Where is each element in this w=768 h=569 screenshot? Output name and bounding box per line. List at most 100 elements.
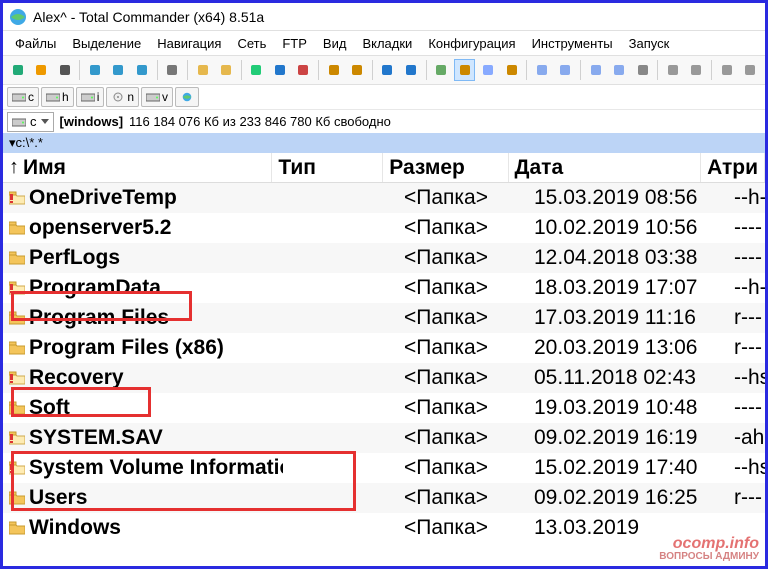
- drive-button-c[interactable]: c: [7, 87, 39, 107]
- star-icon[interactable]: [30, 59, 51, 81]
- table-row[interactable]: Program Files (x86)<Папка>20.03.2019 13:…: [3, 333, 765, 363]
- back-icon[interactable]: [108, 59, 129, 81]
- swap-icon[interactable]: [531, 59, 552, 81]
- folder-icon: [9, 281, 25, 295]
- page1-icon[interactable]: [662, 59, 683, 81]
- view4-icon[interactable]: [501, 59, 522, 81]
- file-size: <Папка>: [398, 513, 528, 543]
- menu-item-7[interactable]: Конфигурация: [420, 34, 523, 53]
- file-type: [283, 273, 398, 303]
- folder-icon: [9, 311, 25, 325]
- toolbar-separator: [526, 60, 527, 80]
- flake-red-icon[interactable]: [293, 59, 314, 81]
- table-row[interactable]: ProgramData<Папка>18.03.2019 17:07--h-: [3, 273, 765, 303]
- zoom-icon[interactable]: [161, 59, 182, 81]
- view3-icon[interactable]: [477, 59, 498, 81]
- file-name: System Volume Information: [29, 456, 283, 480]
- page3-icon[interactable]: [716, 59, 737, 81]
- table-row[interactable]: OneDriveTemp<Папка>15.03.2019 08:56--h-: [3, 183, 765, 213]
- folder-icon: [9, 431, 25, 445]
- drive-button-h[interactable]: h: [41, 87, 74, 107]
- paste-icon[interactable]: [346, 59, 367, 81]
- app-window: Alex^ - Total Commander (x64) 8.51a Файл…: [0, 0, 768, 569]
- path-bar[interactable]: ▾c:\*.*: [3, 133, 765, 153]
- col-header-attr[interactable]: Атри: [701, 153, 765, 182]
- toolbar-separator: [580, 60, 581, 80]
- table-row[interactable]: Soft<Папка>19.03.2019 10:48----: [3, 393, 765, 423]
- toolbar-separator: [187, 60, 188, 80]
- file-name: Windows: [29, 516, 121, 540]
- toolbar-separator: [157, 60, 158, 80]
- dup-icon[interactable]: [585, 59, 606, 81]
- calc-icon[interactable]: [632, 59, 653, 81]
- flake-green-icon[interactable]: [246, 59, 267, 81]
- globe-icon[interactable]: [377, 59, 398, 81]
- table-row[interactable]: SYSTEM.SAV<Папка>09.02.2019 16:19-ah-: [3, 423, 765, 453]
- table-row[interactable]: Program Files<Папка>17.03.2019 11:16r---: [3, 303, 765, 333]
- list-icon[interactable]: [608, 59, 629, 81]
- toolbar-separator: [318, 60, 319, 80]
- gear-icon[interactable]: [54, 59, 75, 81]
- menu-item-3[interactable]: Сеть: [229, 34, 274, 53]
- file-size: <Папка>: [398, 183, 528, 213]
- path-text: ▾c:\*.*: [9, 135, 43, 151]
- ftp-icon[interactable]: [400, 59, 421, 81]
- drive-button-n[interactable]: n: [106, 87, 139, 107]
- menu-item-9[interactable]: Запуск: [621, 34, 678, 53]
- split-icon[interactable]: [555, 59, 576, 81]
- file-attr: -ah-: [728, 423, 765, 453]
- col-header-name[interactable]: ↑ Имя: [3, 153, 272, 182]
- drive-selector[interactable]: c: [7, 112, 54, 132]
- table-row[interactable]: Users<Папка>09.02.2019 16:25r---: [3, 483, 765, 513]
- drive-button-v[interactable]: v: [141, 87, 173, 107]
- col-header-type[interactable]: Тип: [272, 153, 383, 182]
- page4-icon[interactable]: [739, 59, 760, 81]
- col-header-date[interactable]: Дата: [509, 153, 702, 182]
- table-row[interactable]: openserver5.2<Папка>10.02.2019 10:56----: [3, 213, 765, 243]
- file-type: [283, 453, 398, 483]
- file-date: 18.03.2019 17:07: [528, 273, 728, 303]
- file-date: 05.11.2018 02:43: [528, 363, 728, 393]
- file-name: Soft: [29, 396, 70, 420]
- reload-icon[interactable]: [84, 59, 105, 81]
- view1-icon[interactable]: [431, 59, 452, 81]
- file-attr: r---: [728, 333, 765, 363]
- view2-icon[interactable]: [454, 59, 475, 81]
- menu-item-6[interactable]: Вкладки: [354, 34, 420, 53]
- file-type: [283, 213, 398, 243]
- menu-item-2[interactable]: Навигация: [149, 34, 229, 53]
- menu-item-5[interactable]: Вид: [315, 34, 355, 53]
- folder-up-icon[interactable]: [192, 59, 213, 81]
- toolbar-separator: [241, 60, 242, 80]
- folder-icon: [9, 191, 25, 205]
- menu-item-8[interactable]: Инструменты: [524, 34, 621, 53]
- table-row[interactable]: PerfLogs<Папка>12.04.2018 03:38----: [3, 243, 765, 273]
- file-attr: ----: [728, 393, 765, 423]
- page2-icon[interactable]: [686, 59, 707, 81]
- folder-icon[interactable]: [215, 59, 236, 81]
- col-header-size[interactable]: Размер: [383, 153, 508, 182]
- file-attr: ----: [728, 243, 765, 273]
- copy-icon[interactable]: [323, 59, 344, 81]
- file-name: Recovery: [29, 366, 124, 390]
- table-row[interactable]: Windows<Папка>13.03.2019: [3, 513, 765, 543]
- window-title: Alex^ - Total Commander (x64) 8.51a: [33, 9, 264, 25]
- file-attr: --hs: [728, 363, 765, 393]
- menu-item-1[interactable]: Выделение: [64, 34, 149, 53]
- menu-item-0[interactable]: Файлы: [7, 34, 64, 53]
- table-row[interactable]: Recovery<Папка>05.11.2018 02:43--hs: [3, 363, 765, 393]
- drive-bar: chinv: [3, 85, 765, 109]
- folder-icon: [9, 221, 25, 235]
- table-row[interactable]: System Volume Information<Папка>15.02.20…: [3, 453, 765, 483]
- refresh-icon[interactable]: [7, 59, 28, 81]
- forward-icon[interactable]: [131, 59, 152, 81]
- drive-button-network[interactable]: [175, 87, 199, 107]
- toolbar: [3, 55, 765, 85]
- file-date: 09.02.2019 16:19: [528, 423, 728, 453]
- file-attr: --h-: [728, 273, 765, 303]
- flake-blue-icon[interactable]: [269, 59, 290, 81]
- toolbar-separator: [79, 60, 80, 80]
- file-size: <Папка>: [398, 213, 528, 243]
- drive-button-i[interactable]: i: [76, 87, 105, 107]
- menu-item-4[interactable]: FTP: [274, 34, 315, 53]
